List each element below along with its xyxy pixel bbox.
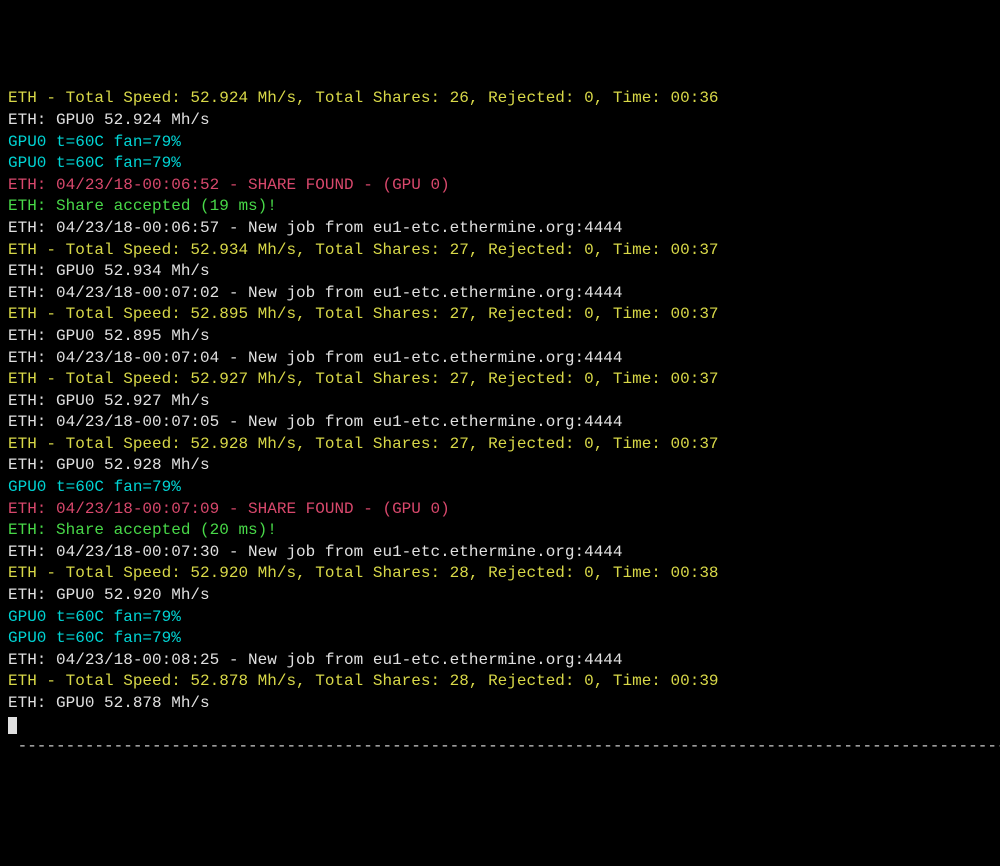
log-line: ETH: 04/23/18-00:07:04 - New job from eu… (8, 348, 992, 370)
log-line: ETH - Total Speed: 52.924 Mh/s, Total Sh… (8, 88, 992, 110)
log-line: ETH: 04/23/18-00:06:52 - SHARE FOUND - (… (8, 175, 992, 197)
log-line: ETH - Total Speed: 52.927 Mh/s, Total Sh… (8, 369, 992, 391)
log-line: ETH: GPU0 52.927 Mh/s (8, 391, 992, 413)
log-line: GPU0 t=60C fan=79% (8, 628, 992, 650)
log-line: GPU0 t=60C fan=79% (8, 607, 992, 629)
log-line: ETH: 04/23/18-00:08:25 - New job from eu… (8, 650, 992, 672)
log-line: ETH - Total Speed: 52.895 Mh/s, Total Sh… (8, 304, 992, 326)
log-line: ETH: GPU0 52.895 Mh/s (8, 326, 992, 348)
log-line: ETH: GPU0 52.928 Mh/s (8, 455, 992, 477)
log-line: ETH: GPU0 52.934 Mh/s (8, 261, 992, 283)
log-line: ETH - Total Speed: 52.928 Mh/s, Total Sh… (8, 434, 992, 456)
log-line: ETH - Total Speed: 52.878 Mh/s, Total Sh… (8, 671, 992, 693)
log-line: ETH: Share accepted (19 ms)! (8, 196, 992, 218)
log-line: ETH: GPU0 52.924 Mh/s (8, 110, 992, 132)
log-line: ETH - Total Speed: 52.934 Mh/s, Total Sh… (8, 240, 992, 262)
log-line: ETH: GPU0 52.878 Mh/s (8, 693, 992, 715)
cursor-icon (8, 717, 17, 734)
log-line: ETH: Share accepted (20 ms)! (8, 520, 992, 542)
log-line: ETH: 04/23/18-00:07:05 - New job from eu… (8, 412, 992, 434)
terminal-output: ETH - Total Speed: 52.924 Mh/s, Total Sh… (8, 88, 992, 757)
log-line: GPU0 t=60C fan=79% (8, 477, 992, 499)
cursor-line (8, 715, 992, 737)
log-line: ETH: 04/23/18-00:07:02 - New job from eu… (8, 283, 992, 305)
log-line: GPU0 t=60C fan=79% (8, 153, 992, 175)
log-line: ETH: 04/23/18-00:06:57 - New job from eu… (8, 218, 992, 240)
log-line: ETH: 04/23/18-00:07:09 - SHARE FOUND - (… (8, 499, 992, 521)
log-line: ETH: 04/23/18-00:07:30 - New job from eu… (8, 542, 992, 564)
separator-line: ----------------------------------------… (8, 736, 992, 758)
log-line: ETH: GPU0 52.920 Mh/s (8, 585, 992, 607)
log-line: ETH - Total Speed: 52.920 Mh/s, Total Sh… (8, 563, 992, 585)
log-line: GPU0 t=60C fan=79% (8, 132, 992, 154)
